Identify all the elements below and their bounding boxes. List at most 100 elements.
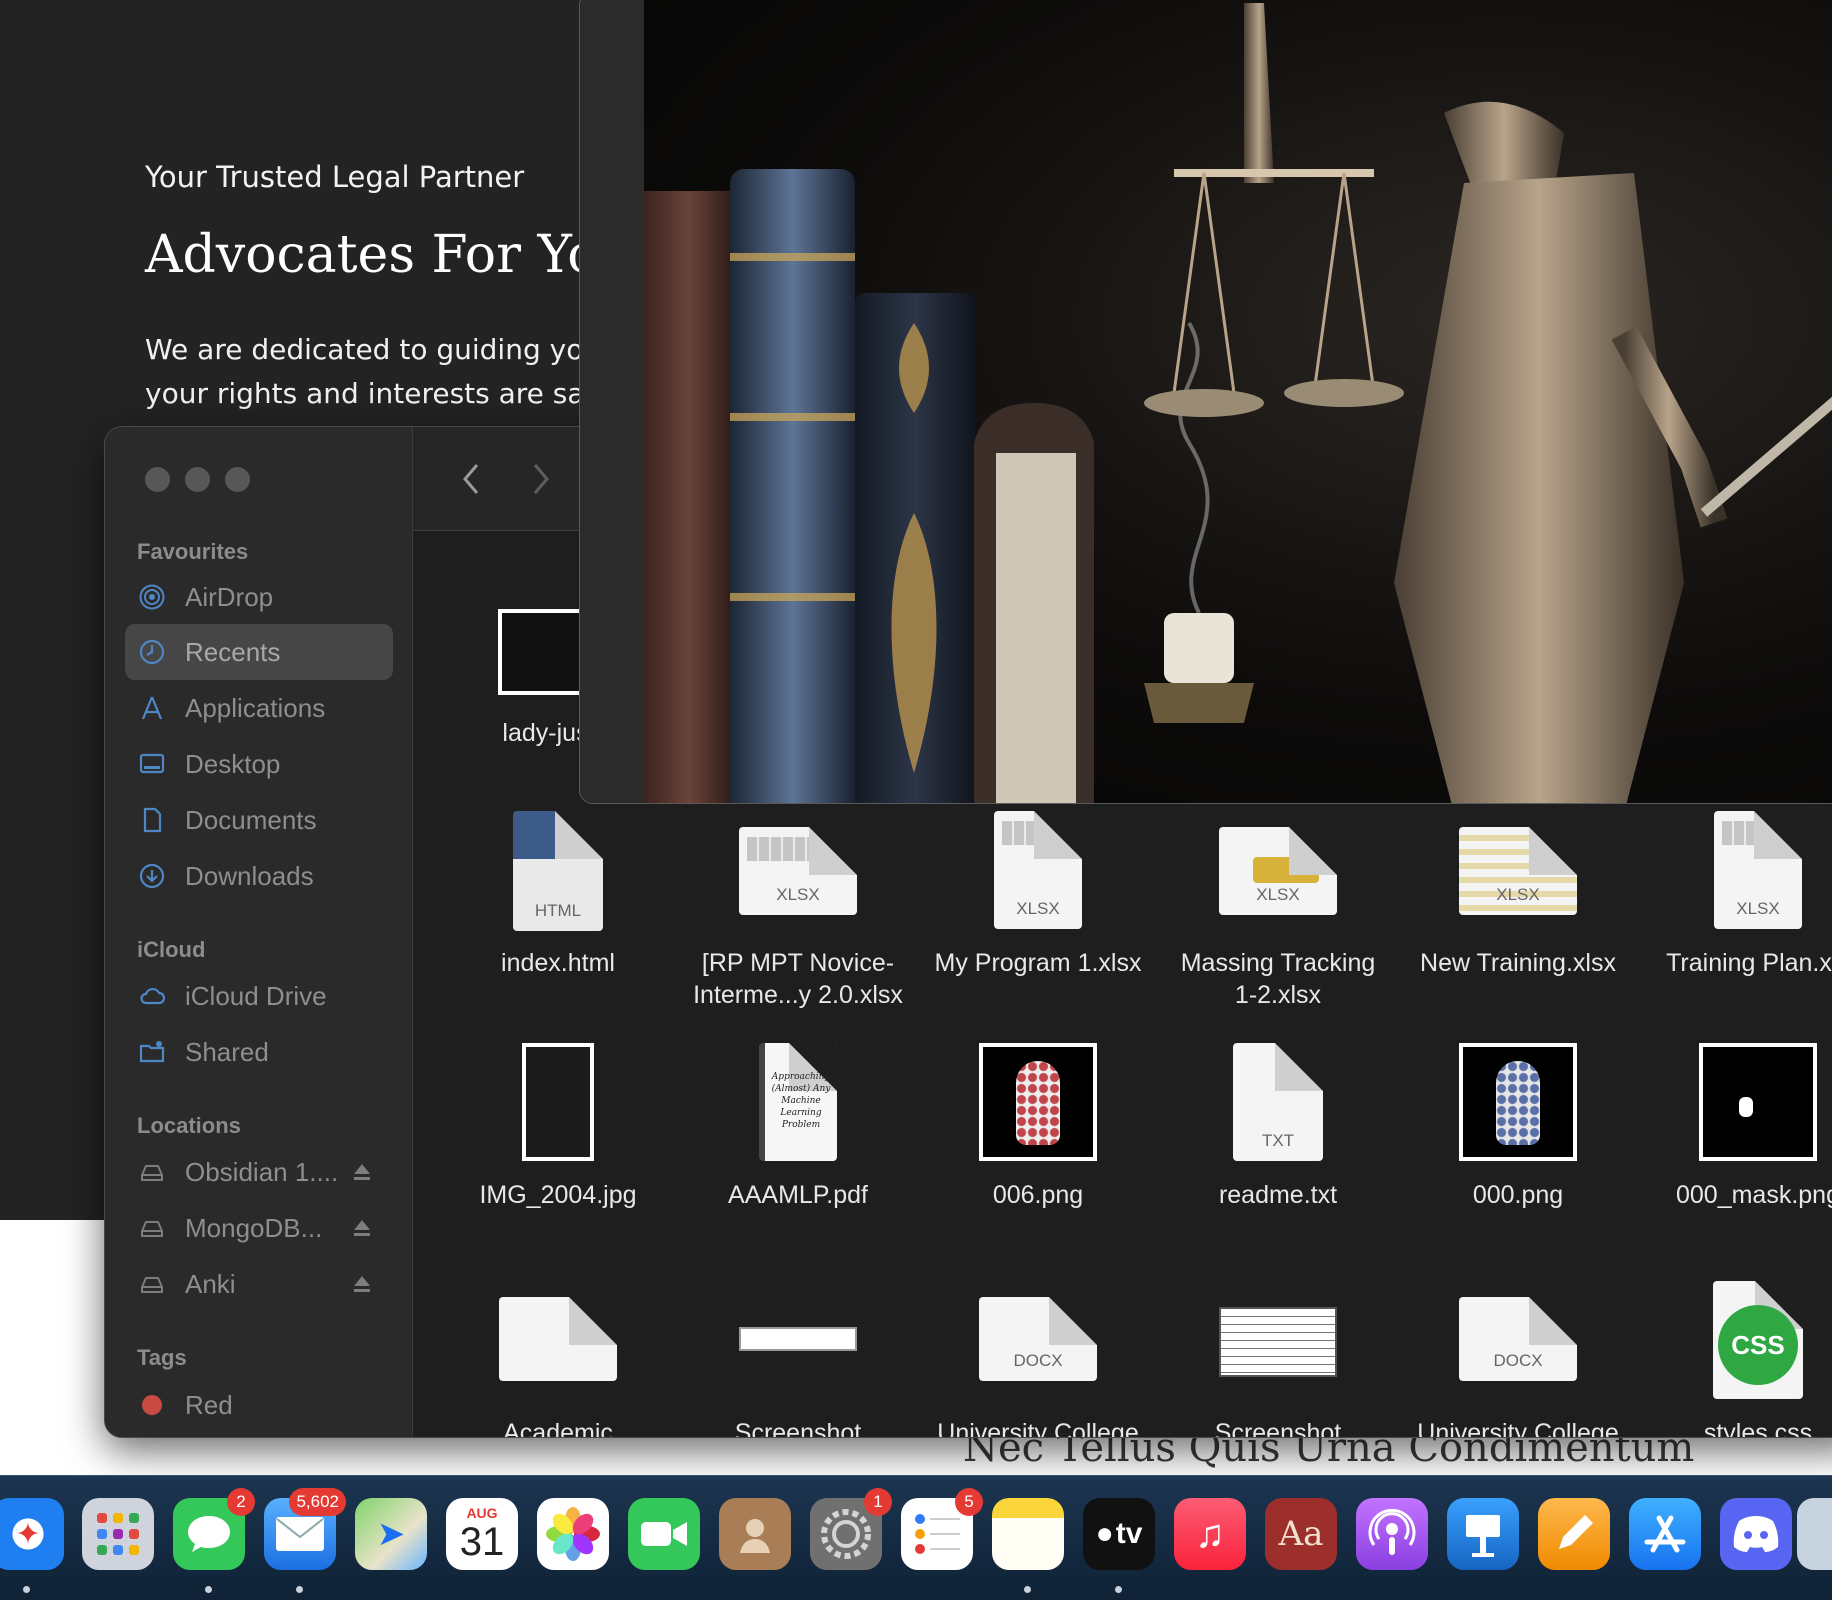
close-window-button[interactable] <box>145 467 170 492</box>
image-thumbnail <box>1459 1043 1577 1161</box>
minimize-window-button[interactable] <box>185 467 210 492</box>
file-name: Screenshot <box>1214 1419 1342 1438</box>
file-name: Massing Tracking <box>1180 949 1376 977</box>
website-intro-text: We are dedicated to guiding yo your righ… <box>145 328 605 416</box>
sidebar-item-desktop[interactable]: Desktop <box>125 736 393 792</box>
file-name: 000.png <box>1472 1181 1564 1209</box>
discord-logo-icon <box>1733 1516 1779 1552</box>
spreadsheet-file-icon: XLSX <box>1714 811 1802 929</box>
clock-icon <box>137 637 167 667</box>
sidebar-item-downloads[interactable]: Downloads <box>125 848 393 904</box>
file-name: University College <box>937 1419 1139 1438</box>
applications-icon <box>137 693 167 723</box>
dictionary-label: Aa <box>1278 1514 1324 1554</box>
preview-sidebar-strip <box>580 0 644 803</box>
sidebar-item-icloud-drive[interactable]: iCloud Drive <box>125 968 393 1024</box>
sidebar-item-label: AirDrop <box>185 581 274 612</box>
map-arrow-icon: ➤ <box>376 1515 406 1553</box>
sidebar-section-tags: Tags <box>137 1345 187 1370</box>
sidebar-item-recents[interactable]: Recents <box>125 624 393 680</box>
eject-icon[interactable] <box>351 1217 373 1239</box>
podium-icon <box>1466 1515 1500 1557</box>
css-badge: CSS <box>1718 1305 1798 1385</box>
sidebar-item-airdrop[interactable]: AirDrop <box>125 569 393 625</box>
pen-icon <box>1559 1515 1593 1549</box>
dictionary-icon[interactable]: Aa <box>1265 1498 1337 1570</box>
forward-button[interactable] <box>521 457 561 501</box>
file-name: IMG_2004.jpg <box>479 1181 637 1209</box>
contacts-icon[interactable] <box>719 1498 791 1570</box>
drive-icon <box>137 1213 167 1243</box>
facetime-icon[interactable] <box>628 1498 700 1570</box>
music-icon[interactable]: ♫ <box>1174 1498 1246 1570</box>
system-settings-icon[interactable]: 1 <box>810 1488 892 1570</box>
launchpad-icon[interactable] <box>82 1498 154 1570</box>
file-name: readme.txt <box>1218 1181 1338 1209</box>
reminders-icon[interactable]: 5 <box>901 1488 983 1570</box>
sidebar-item-anki-volume[interactable]: Anki <box>125 1256 393 1312</box>
photos-icon[interactable] <box>537 1498 609 1570</box>
word-file-icon: DOCX <box>979 1297 1097 1381</box>
sidebar-item-tag-red[interactable]: Red <box>125 1377 393 1433</box>
file-name-line2: 1-2.xlsx <box>1234 981 1322 1009</box>
download-icon <box>137 861 167 891</box>
sidebar-section-locations: Locations <box>137 1113 241 1138</box>
preview-app-icon[interactable] <box>1797 1498 1832 1570</box>
sidebar-item-mongodb-volume[interactable]: MongoDB... <box>125 1200 393 1256</box>
safari-icon[interactable]: ✦ <box>0 1498 64 1570</box>
screenshot-thumbnail <box>1219 1307 1337 1377</box>
keynote-icon[interactable] <box>1447 1498 1519 1570</box>
css-file-icon: CSS <box>1713 1281 1803 1399</box>
calendar-icon[interactable]: AUG 31 <box>446 1498 518 1570</box>
running-indicator <box>1115 1586 1122 1593</box>
running-indicator <box>205 1586 212 1593</box>
sidebar-item-shared[interactable]: Shared <box>125 1024 393 1080</box>
mail-badge: 5,602 <box>289 1488 346 1516</box>
shared-folder-icon <box>137 1037 167 1067</box>
website-eyebrow: Your Trusted Legal Partner <box>145 160 525 194</box>
website-intro-line: We are dedicated to guiding yo <box>145 333 584 366</box>
pages-icon[interactable] <box>1538 1498 1610 1570</box>
messages-icon[interactable]: 2 <box>173 1488 255 1570</box>
running-indicator <box>296 1586 303 1593</box>
file-name-line2: Interme...y 2.0.xlsx <box>693 981 903 1009</box>
red-tag-icon <box>137 1390 167 1420</box>
desktop-icon <box>137 749 167 779</box>
eject-icon[interactable] <box>351 1273 373 1295</box>
discord-icon[interactable] <box>1720 1498 1792 1570</box>
file-name: Training Plan.xls <box>1666 949 1832 977</box>
spreadsheet-file-icon: XLSX <box>994 811 1082 929</box>
zoom-window-button[interactable] <box>225 467 250 492</box>
html-file-icon: HTML <box>513 811 603 931</box>
notes-icon[interactable] <box>992 1498 1064 1570</box>
word-file-icon: DOCX <box>1459 1297 1577 1381</box>
chevron-right-icon <box>533 464 549 494</box>
file-extension-label: XLSX <box>1016 899 1060 918</box>
sidebar-item-applications[interactable]: Applications <box>125 680 393 736</box>
website-intro-line: your rights and interests are sa <box>145 377 585 410</box>
tv-icon[interactable]: ● tv <box>1083 1498 1155 1570</box>
speech-bubble-icon <box>188 1516 230 1552</box>
app-grid-icon <box>97 1513 139 1555</box>
calendar-month: AUG <box>466 1505 498 1521</box>
finder-sidebar: Favourites AirDrop Recents Applications … <box>105 427 413 1437</box>
app-store-icon[interactable] <box>1629 1498 1701 1570</box>
image-thumbnail <box>979 1043 1097 1161</box>
pdf-cover-title: Approaching (Almost) Any Machine Learnin… <box>771 1072 831 1130</box>
maps-icon[interactable]: ➤ <box>355 1498 427 1570</box>
dock: ✦ 2 5,602 ➤ AUG 31 1 5 ● tv ♫ Aa <box>0 1475 1832 1600</box>
mail-icon[interactable]: 5,602 <box>264 1488 346 1570</box>
sidebar-item-obsidian-volume[interactable]: Obsidian 1.... <box>125 1144 393 1200</box>
file-extension-label: XLSX <box>1256 885 1300 904</box>
back-button[interactable] <box>451 457 491 501</box>
file-extension-label: TXT <box>1261 1131 1295 1150</box>
drive-icon <box>137 1269 167 1299</box>
podcasts-icon[interactable] <box>1356 1498 1428 1570</box>
file-name: styles.css <box>1703 1419 1813 1438</box>
reminders-badge: 5 <box>955 1488 983 1516</box>
file-name: University College <box>1417 1419 1619 1438</box>
cloud-icon <box>137 981 167 1011</box>
sidebar-item-documents[interactable]: Documents <box>125 792 393 848</box>
messages-badge: 2 <box>227 1488 255 1516</box>
eject-icon[interactable] <box>351 1161 373 1183</box>
